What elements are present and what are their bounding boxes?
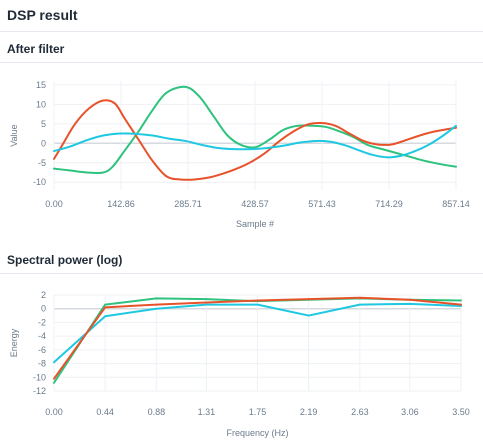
- y-tick-label: 15: [36, 80, 46, 90]
- y-axis-title: Energy: [9, 328, 19, 357]
- dsp-result-panel: DSP result After filter 15 10 5 0 -5 -10 0.00 1…: [0, 0, 483, 446]
- y-axis-title: Value: [9, 124, 19, 146]
- section-divider-after-filter: [0, 62, 483, 63]
- y-tick-label: 0: [41, 138, 46, 148]
- x-tick-label: 2.63: [351, 407, 369, 417]
- after-filter-chart: 15 10 5 0 -5 -10 0.00 142.86 285.71 428.57 571.43 7…: [9, 80, 470, 229]
- y-tick-label: -12: [33, 386, 46, 396]
- title-divider: [0, 31, 483, 32]
- x-tick-label: 142.86: [107, 199, 135, 209]
- y-tick-label: -6: [38, 345, 46, 355]
- x-tick-label: 857.14: [442, 199, 470, 209]
- spectral-power-chart: 2 0 -2 -4 -6 -8 -10 -12 0.00 0.44 0.88 1.31 1.75 2.19…: [9, 290, 470, 438]
- x-tick-label: 571.43: [308, 199, 336, 209]
- x-tick-label: 1.31: [198, 407, 216, 417]
- y-tick-label: -10: [33, 177, 46, 187]
- section-divider-spectral-power: [0, 273, 483, 274]
- y-tick-label: 0: [41, 304, 46, 314]
- x-tick-label: 285.71: [174, 199, 202, 209]
- x-tick-label: 1.75: [249, 407, 267, 417]
- x-tick-label: 0.44: [96, 407, 114, 417]
- y-tick-label: -8: [38, 359, 46, 369]
- x-tick-label: 3.06: [401, 407, 419, 417]
- page-title: DSP result: [7, 7, 78, 23]
- y-tick-label: -2: [38, 317, 46, 327]
- x-gridlines: [53, 81, 457, 190]
- y-tick-label: -5: [38, 158, 46, 168]
- y-tick-label: -10: [33, 372, 46, 382]
- y-tick-label: 5: [41, 119, 46, 129]
- x-tick-label: 2.19: [300, 407, 318, 417]
- x-tick-label: 3.50: [452, 407, 470, 417]
- chart-title-spectral-power: Spectral power (log): [7, 253, 123, 267]
- x-axis-title: Sample #: [236, 219, 274, 229]
- y-tick-label: 10: [36, 99, 46, 109]
- x-tick-label: 428.57: [241, 199, 269, 209]
- y-tick-label: -4: [38, 331, 46, 341]
- x-tick-label: 714.29: [375, 199, 403, 209]
- x-tick-label: 0.00: [45, 407, 63, 417]
- x-tick-label: 0.00: [45, 199, 63, 209]
- x-axis-title: Frequency (Hz): [226, 428, 288, 438]
- chart-title-after-filter: After filter: [7, 42, 65, 56]
- y-tick-label: 2: [41, 290, 46, 300]
- x-tick-label: 0.88: [148, 407, 166, 417]
